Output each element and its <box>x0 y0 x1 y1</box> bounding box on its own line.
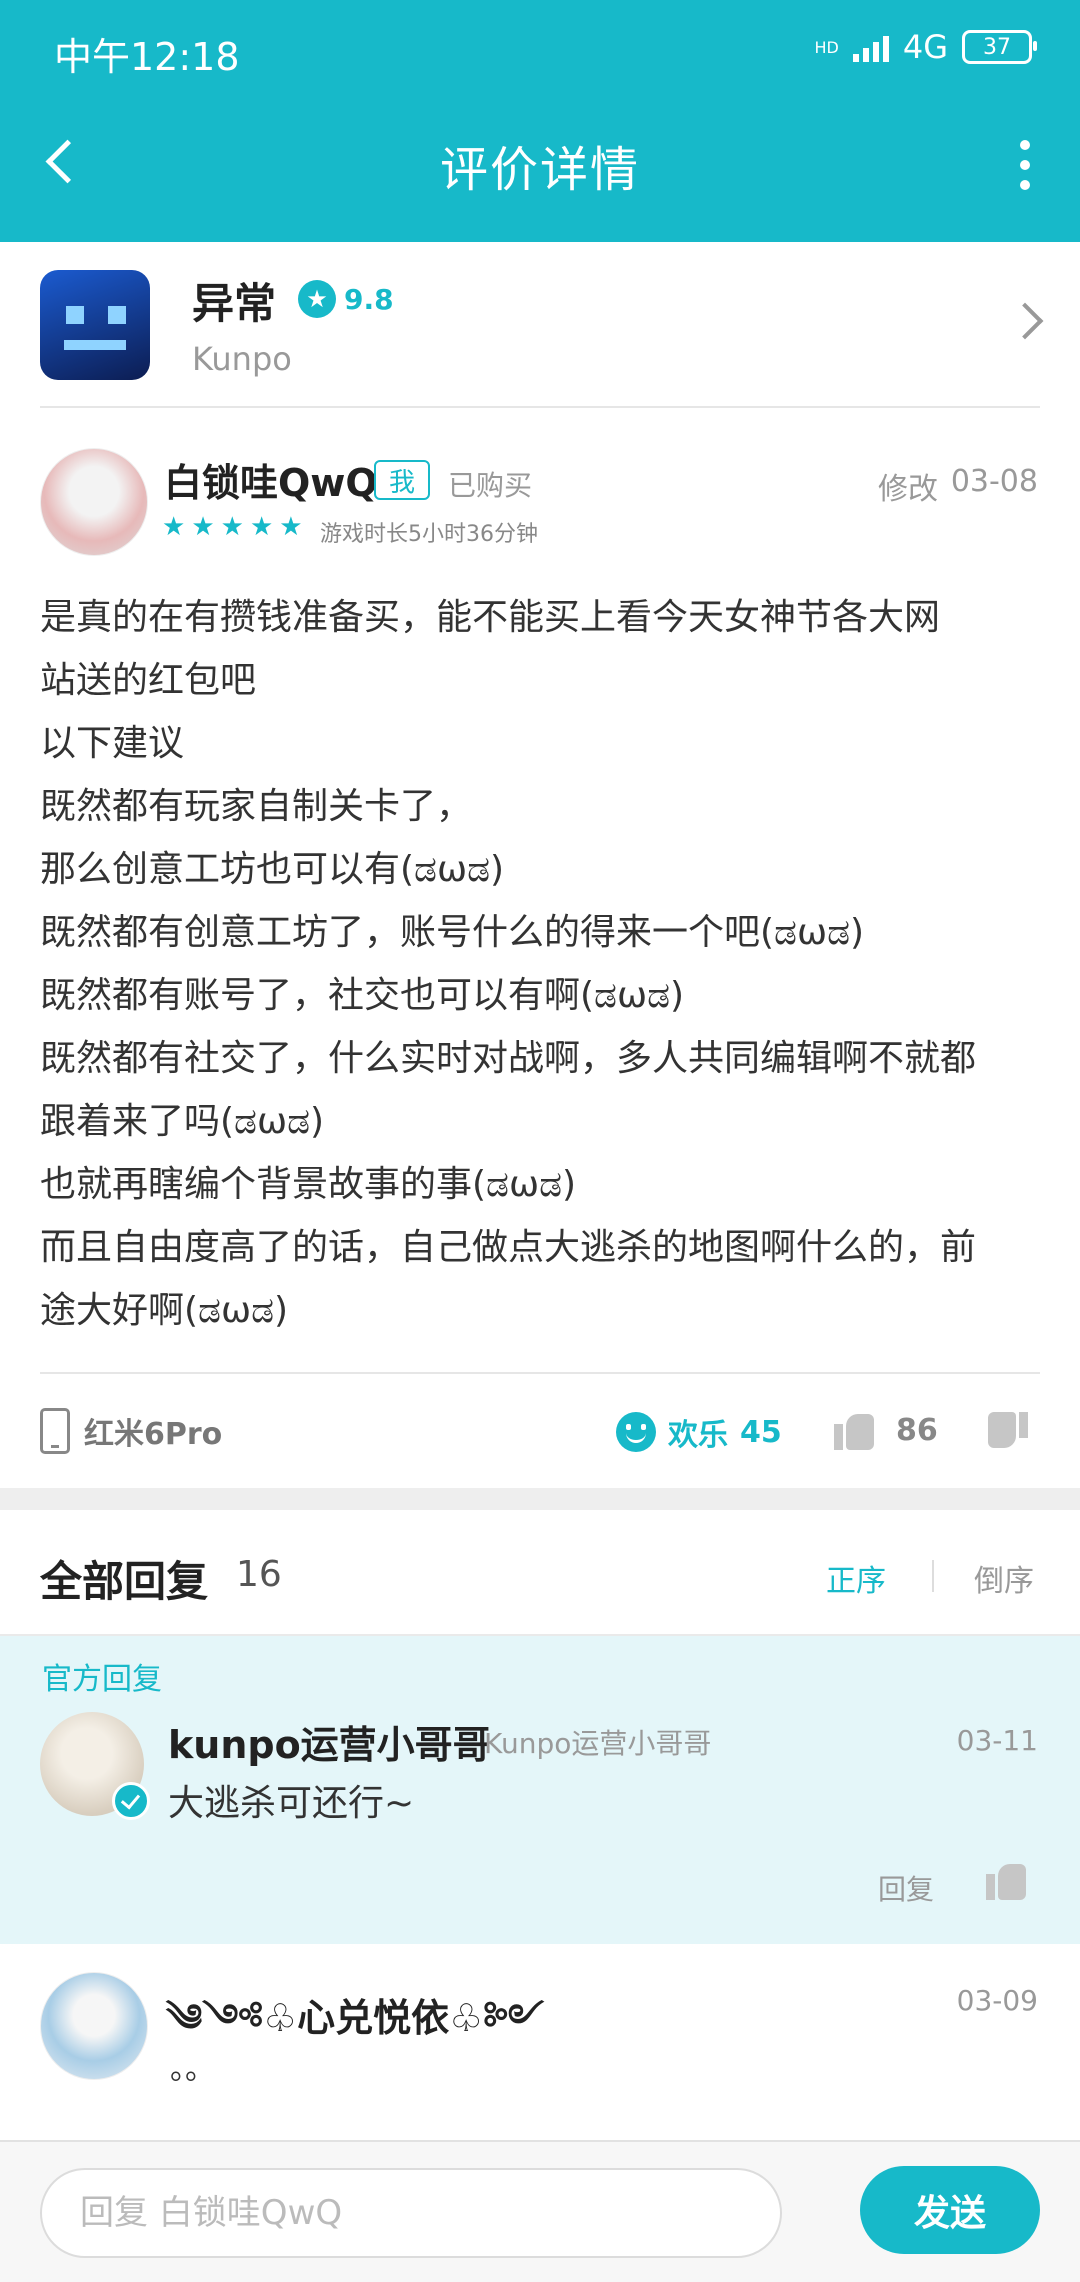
battery-icon: 37 <box>962 30 1037 64</box>
review-line: 那么创意工坊也可以有(ಡωಡ) <box>40 849 505 890</box>
reply-author[interactable]: ༄༺♧心兑悦依♧༻ <box>166 1976 544 2083</box>
playtime: 游戏时长5小时36分钟 <box>320 522 538 547</box>
network-type: 4G <box>902 28 948 66</box>
star-icon: ★ <box>191 512 215 542</box>
review-line: 跟着来了吗(ಡωಡ) <box>40 1101 325 1142</box>
app-card[interactable]: 异常 ★ 9.8 Kunpo <box>0 242 1080 406</box>
review-line: 也就再瞎编个背景故事的事(ಡωಡ) <box>40 1164 577 1205</box>
divider <box>40 406 1040 408</box>
me-badge: 我 <box>374 460 430 500</box>
battery-level: 37 <box>983 34 1011 60</box>
thumbs-down-icon <box>988 1412 1028 1452</box>
reply-button[interactable]: 回复 <box>878 1868 934 1908</box>
status-time: 中午12:18 <box>54 35 240 79</box>
app-header: 中午12:18 HD 4G 37 评价详情 <box>0 0 1080 242</box>
review-line: 以下建议 <box>40 723 185 764</box>
official-text: 大逃杀可还行~ <box>168 1783 415 1824</box>
reviewer-name[interactable]: 白锁哇QwQ <box>164 452 378 507</box>
section-separator <box>0 1488 1080 1510</box>
app-name: 异常 <box>192 279 277 328</box>
edit-button[interactable]: 修改 <box>878 464 938 508</box>
review-body: 是真的在有攒钱准备买，能不能买上看今天女神节各大网 站送的红包吧 以下建议 既然… <box>40 586 1040 1342</box>
mood-button[interactable]: 欢乐 45 <box>616 1410 782 1454</box>
reply-input[interactable] <box>40 2168 782 2258</box>
reply-date: 03-09 <box>956 1984 1038 2017</box>
review-line: 而且自由度高了的话，自己做点大逃杀的地图啊什么的，前 <box>40 1227 977 1268</box>
reply-text: 。。 <box>170 2052 215 2087</box>
thumbs-up-icon <box>986 1860 1026 1900</box>
thumbs-up-icon <box>834 1410 874 1450</box>
like-button[interactable]: 86 <box>834 1410 938 1450</box>
sort-divider <box>932 1560 934 1592</box>
reply-composer: 发送 <box>0 2140 1080 2282</box>
reply-avatar[interactable] <box>40 1972 148 2080</box>
more-options-icon[interactable] <box>1010 140 1040 190</box>
like-button[interactable] <box>986 1860 1026 1900</box>
review-line: 途大好啊(ಡωಡ) <box>40 1290 289 1331</box>
star-icon: ★ <box>220 512 244 542</box>
app-icon <box>40 270 150 380</box>
app-rating: ★ 9.8 <box>298 280 394 318</box>
send-button[interactable]: 发送 <box>860 2166 1040 2254</box>
star-icon: ★ <box>298 280 336 318</box>
official-role: Kunpo运营小哥哥 <box>484 1727 712 1760</box>
star-rating: ★ ★ ★ ★ ★ <box>162 512 303 542</box>
review-line: 既然都有社交了，什么实时对战啊，多人共同编辑啊不就都 <box>40 1038 977 1079</box>
divider <box>40 1372 1040 1374</box>
like-count: 86 <box>896 1412 938 1448</box>
chevron-right-icon <box>1006 302 1044 340</box>
official-reply: 官方回复 kunpo运营小哥哥 Kunpo运营小哥哥 03-11 大逃杀可还行~… <box>0 1636 1080 1944</box>
official-reply-label: 官方回复 <box>42 1662 162 1697</box>
replies-title: 全部回复 <box>40 1557 209 1606</box>
device-name: 红米6Pro <box>84 1417 223 1452</box>
review-date: 03-08 <box>950 464 1038 499</box>
review-line: 站送的红包吧 <box>40 660 257 701</box>
star-icon: ★ <box>279 512 303 542</box>
official-date: 03-11 <box>956 1724 1038 1757</box>
purchased-label: 已购买 <box>448 469 533 502</box>
review-line: 是真的在有攒钱准备买，能不能买上看今天女神节各大网 <box>40 597 941 638</box>
star-icon: ★ <box>162 512 186 542</box>
mood-count: 45 <box>740 1414 782 1450</box>
verified-icon <box>112 1782 150 1820</box>
status-indicators: HD 4G 37 <box>814 28 1037 66</box>
mood-label: 欢乐 <box>668 1418 728 1453</box>
sort-descending-tab[interactable]: 倒序 <box>974 1556 1034 1600</box>
smile-icon <box>616 1412 656 1452</box>
review-line: 既然都有玩家自制关卡了， <box>40 786 473 827</box>
dislike-button[interactable] <box>988 1412 1028 1452</box>
review-line: 既然都有创意工坊了，账号什么的得来一个吧(ಡωಡ) <box>40 912 865 953</box>
phone-icon <box>40 1408 70 1454</box>
replies-count: 16 <box>236 1554 282 1595</box>
star-icon: ★ <box>249 512 274 542</box>
official-author[interactable]: kunpo运营小哥哥 <box>168 1714 491 1769</box>
app-developer: Kunpo <box>192 340 292 378</box>
reviewer-avatar[interactable] <box>40 448 148 556</box>
review-line: 既然都有账号了，社交也可以有啊(ಡωಡ) <box>40 975 685 1016</box>
sort-ascending-tab[interactable]: 正序 <box>826 1556 886 1600</box>
page-title: 评价详情 <box>439 142 640 198</box>
signal-icon <box>852 32 889 62</box>
hd-label: HD <box>814 37 839 57</box>
device-info: 红米6Pro <box>40 1408 222 1454</box>
rating-value: 9.8 <box>344 282 394 316</box>
